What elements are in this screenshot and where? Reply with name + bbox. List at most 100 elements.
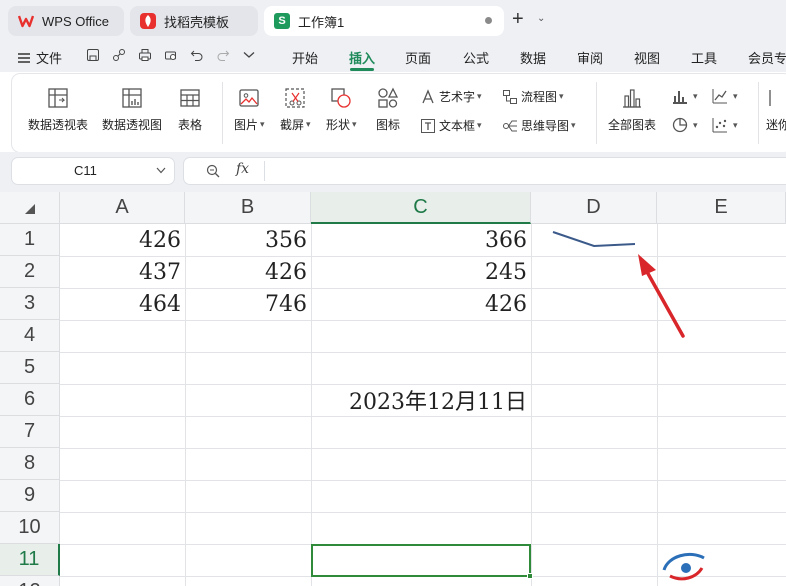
scissors-icon — [285, 88, 305, 108]
row-header-3[interactable]: 3 — [0, 288, 60, 320]
gridline — [60, 416, 786, 417]
menu-formula[interactable]: 公式 — [463, 48, 489, 67]
tab-wps-office[interactable]: WPS Office — [8, 6, 124, 36]
column-header-e[interactable]: E — [657, 192, 786, 224]
shape-button[interactable]: 形状 ▾ — [326, 86, 357, 133]
menu-member[interactable]: 会员专 — [748, 48, 786, 67]
spreadsheet-grid: A B C D E 1 2 3 4 5 6 7 8 9 10 11 12 42 — [0, 192, 786, 586]
row-header-6[interactable]: 6 — [0, 384, 60, 416]
print-preview-icon[interactable] — [162, 46, 180, 64]
pivot-chart-icon — [122, 88, 142, 108]
sparkline-button[interactable]: 迷你 — [766, 86, 786, 133]
pivot-chart-button[interactable]: 数据透视图 — [102, 86, 162, 133]
chevron-down-icon[interactable]: ⌄ — [537, 13, 545, 24]
redo-icon[interactable] — [214, 46, 232, 64]
column-chart-dropdown[interactable]: ▾ — [672, 88, 698, 104]
save-icon[interactable] — [84, 46, 102, 64]
fill-handle[interactable] — [527, 573, 533, 579]
row-header-5[interactable]: 5 — [0, 352, 60, 384]
cell-b1[interactable]: 356 — [185, 224, 311, 256]
cell-c2[interactable]: 245 — [311, 256, 531, 288]
cell-b2[interactable]: 426 — [185, 256, 311, 288]
icon-library-icon — [378, 87, 399, 108]
menu-view[interactable]: 视图 — [634, 48, 660, 67]
icon-button[interactable]: 图标 — [376, 86, 400, 133]
row-header-7[interactable]: 7 — [0, 416, 60, 448]
gridline — [531, 224, 532, 586]
cell-b3[interactable]: 746 — [185, 288, 311, 320]
row-header-8[interactable]: 8 — [0, 448, 60, 480]
select-all-corner[interactable] — [0, 192, 60, 224]
divider — [264, 161, 265, 181]
row-header-9[interactable]: 9 — [0, 480, 60, 512]
sparkline-series — [552, 231, 636, 248]
fx-icon[interactable]: fx — [236, 161, 249, 177]
column-header-b[interactable]: B — [185, 192, 311, 224]
zoom-icon[interactable] — [206, 164, 220, 178]
share-icon[interactable] — [110, 46, 128, 64]
row-header-4[interactable]: 4 — [0, 320, 60, 352]
column-header-d[interactable]: D — [531, 192, 657, 224]
selected-cell-c11[interactable] — [311, 544, 531, 577]
shape-label: 形状 — [326, 118, 351, 132]
cell-a1[interactable]: 426 — [60, 224, 185, 256]
chevron-down-icon[interactable] — [156, 167, 166, 174]
tab-label: WPS Office — [42, 13, 109, 29]
caret-icon: ▾ — [477, 91, 482, 101]
pivot-table-button[interactable]: 数据透视表 — [28, 86, 88, 133]
caret-icon: ▾ — [559, 91, 564, 101]
menu-tools[interactable]: 工具 — [691, 48, 717, 67]
mindmap-button[interactable]: 思维导图 ▾ — [502, 117, 576, 134]
menu-review[interactable]: 审阅 — [577, 48, 603, 67]
undo-icon[interactable] — [188, 46, 206, 64]
tab-docer-templates[interactable]: 找稻壳模板 — [130, 6, 258, 36]
flowchart-label: 流程图 — [521, 90, 558, 104]
table-button[interactable]: 表格 — [178, 86, 202, 133]
picture-button[interactable]: 图片 ▾ — [234, 86, 265, 133]
new-tab-button[interactable]: + — [512, 8, 524, 31]
cell-a3[interactable]: 464 — [60, 288, 185, 320]
cell-c3[interactable]: 426 — [311, 288, 531, 320]
sparkline-icon — [769, 90, 771, 106]
name-box[interactable]: C11 — [12, 158, 174, 184]
caret-icon: ▾ — [733, 119, 738, 130]
line-chart-dropdown[interactable]: ▾ — [712, 88, 738, 104]
print-icon[interactable] — [136, 46, 154, 64]
menu-data[interactable]: 数据 — [520, 48, 546, 67]
pivot-table-label: 数据透视表 — [28, 118, 89, 132]
pie-chart-dropdown[interactable]: ▾ — [672, 117, 698, 133]
row-header-1[interactable]: 1 — [0, 224, 60, 256]
gridline — [60, 448, 786, 449]
file-menu[interactable]: 文件 — [18, 48, 62, 67]
formula-input-area[interactable]: fx — [184, 158, 786, 184]
more-chevron-icon[interactable] — [240, 46, 258, 64]
menu-page[interactable]: 页面 — [405, 48, 431, 67]
row-header-12[interactable]: 12 — [0, 576, 60, 586]
cell-a2[interactable]: 437 — [60, 256, 185, 288]
all-charts-button[interactable]: 全部图表 — [608, 86, 656, 133]
wordart-icon — [422, 88, 434, 103]
mindmap-icon — [503, 120, 517, 131]
file-menu-label: 文件 — [36, 51, 63, 66]
cell-c1[interactable]: 366 — [311, 224, 531, 256]
menu-home[interactable]: 开始 — [292, 48, 318, 67]
close-tab-icon[interactable] — [485, 17, 492, 24]
all-charts-label: 全部图表 — [608, 118, 657, 132]
screenshot-button[interactable]: 截屏 ▾ — [280, 86, 311, 133]
menu-insert[interactable]: 插入 — [349, 48, 375, 67]
textbox-button[interactable]: 文本框 ▾ — [420, 117, 482, 134]
column-header-a[interactable]: A — [60, 192, 185, 224]
cell-c6[interactable]: 2023年12月11日 — [311, 384, 531, 416]
menu-bar: 文件 开始 插入 页面 公式 数据 审阅 视图 工具 会员专 — [0, 40, 786, 72]
scatter-chart-dropdown[interactable]: ▾ — [712, 117, 738, 133]
icon-label: 图标 — [376, 118, 401, 132]
row-header-10[interactable]: 10 — [0, 512, 60, 544]
flowchart-button[interactable]: 流程图 ▾ — [502, 88, 564, 105]
wordart-button[interactable]: 艺术字 ▾ — [420, 88, 482, 105]
row-header-2[interactable]: 2 — [0, 256, 60, 288]
row-header-11[interactable]: 11 — [0, 544, 60, 576]
tab-workbook[interactable]: S 工作簿1 — [264, 6, 504, 36]
red-arrow-annotation — [638, 254, 685, 338]
gridline — [60, 480, 786, 481]
column-header-c[interactable]: C — [311, 192, 531, 224]
